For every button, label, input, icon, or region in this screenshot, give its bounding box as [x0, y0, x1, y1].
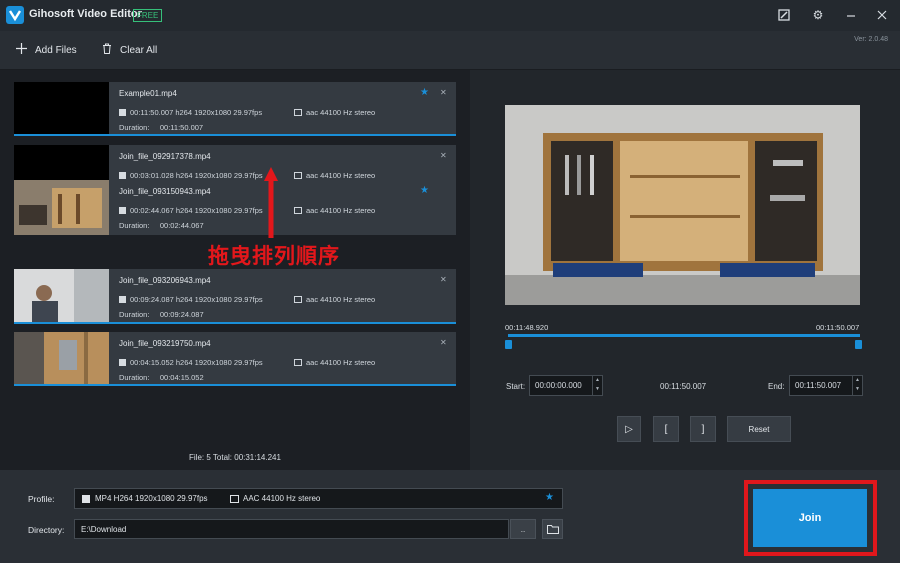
clip-audio-info: aac 44100 Hz stereo: [294, 358, 375, 367]
drag-arrow-icon: [262, 165, 280, 245]
video-icon: [119, 172, 126, 179]
clip-item[interactable]: Join_file_093206943.mp4 00:09:24.087 h26…: [14, 269, 456, 324]
audio-icon: [294, 207, 302, 214]
remove-clip-icon[interactable]: ✕: [440, 151, 447, 160]
clip-audio-info: aac 44100 Hz stereo: [294, 171, 375, 180]
free-badge: FREE: [133, 9, 163, 22]
directory-input[interactable]: E:\Download: [74, 519, 509, 539]
add-files-label: Add Files: [35, 44, 77, 56]
drag-annotation: 拖曳排列順序: [208, 244, 340, 268]
toolbar: Add Files Clear All Ver: 2.0.48: [0, 31, 900, 70]
clip-name: Join_file_093206943.mp4: [119, 276, 211, 285]
reset-button[interactable]: Reset: [727, 416, 791, 442]
minimize-icon[interactable]: [841, 6, 861, 24]
clip-duration: Duration: 00:09:24.087: [119, 310, 204, 319]
end-spinner-icon[interactable]: ▲ ▼: [852, 376, 862, 395]
video-icon: [119, 109, 126, 116]
clip-video-info: 00:11:50.007 h264 1920x1080 29.97fps: [119, 108, 262, 117]
clip-video-info: 00:02:44.067 h264 1920x1080 29.97fps: [119, 206, 263, 215]
clip-thumbnail: [14, 180, 109, 235]
start-time-input[interactable]: 00:00:00.000 ▲ ▼: [529, 375, 603, 396]
start-spinner-icon[interactable]: ▲ ▼: [592, 376, 602, 395]
video-icon: [82, 495, 90, 503]
profile-label: Profile:: [28, 494, 55, 504]
title-bar: Gihosoft Video Editor FREE ⚙: [0, 0, 900, 31]
clip-video-info: 00:03:01.028 h264 1920x1080 29.97fps: [119, 171, 263, 180]
remove-clip-icon[interactable]: ✕: [440, 275, 447, 284]
folder-icon[interactable]: [542, 519, 563, 539]
clip-duration: Duration: 00:04:15.052: [119, 373, 204, 382]
play-button[interactable]: ▷: [617, 416, 641, 442]
version-label: Ver: 2.0.48: [854, 36, 888, 43]
clip-name: Join_file_093219750.mp4: [119, 339, 211, 348]
clip-duration: Duration: 00:02:44.067: [119, 221, 204, 230]
clip-duration: Duration: 00:11:50.007: [119, 123, 204, 132]
trash-icon: [102, 43, 112, 57]
profile-audio: AAC 44100 Hz stereo: [243, 494, 321, 503]
clip-audio-info: aac 44100 Hz stereo: [294, 108, 375, 117]
clip-item[interactable]: Join_file_093219750.mp4 00:04:15.052 h26…: [14, 332, 456, 386]
clip-duration-display: 00:11:50.007: [660, 382, 707, 391]
timeline-start-handle[interactable]: [505, 340, 512, 349]
close-icon[interactable]: [872, 6, 892, 24]
clip-item[interactable]: Join_file_093150943.mp4 00:02:44.067 h26…: [14, 180, 456, 235]
directory-label: Directory:: [28, 525, 65, 535]
profile-video: MP4 H264 1920x1080 29.97fps: [95, 494, 208, 503]
clear-all-label: Clear All: [120, 44, 158, 56]
remove-clip-icon[interactable]: ✕: [440, 88, 447, 97]
gear-icon[interactable]: ⚙: [808, 6, 828, 24]
audio-icon: [294, 296, 302, 303]
audio-icon: [294, 359, 302, 366]
clip-thumbnail: [14, 82, 109, 134]
audio-icon: [294, 109, 302, 116]
edit-icon[interactable]: [774, 6, 794, 24]
clear-all-button[interactable]: Clear All: [102, 41, 157, 59]
video-icon: [119, 359, 126, 366]
remove-clip-icon[interactable]: ✕: [440, 338, 447, 347]
mark-out-button[interactable]: ]: [690, 416, 716, 442]
clip-video-info: 00:04:15.052 h264 1920x1080 29.97fps: [119, 358, 263, 367]
star-icon[interactable]: ★: [420, 87, 429, 98]
audio-icon: [230, 495, 239, 503]
star-icon[interactable]: ★: [420, 185, 429, 196]
clip-audio-info: aac 44100 Hz stereo: [294, 206, 375, 215]
star-icon[interactable]: ★: [545, 492, 554, 503]
clip-audio-info: aac 44100 Hz stereo: [294, 295, 375, 304]
end-time-input[interactable]: 00:11:50.007 ▲ ▼: [789, 375, 863, 396]
profile-select[interactable]: MP4 H264 1920x1080 29.97fps AAC 44100 Hz…: [74, 488, 563, 509]
video-icon: [119, 296, 126, 303]
video-preview[interactable]: [505, 105, 860, 305]
clip-video-info: 00:09:24.087 h264 1920x1080 29.97fps: [119, 295, 263, 304]
mark-in-button[interactable]: [: [653, 416, 679, 442]
clip-item[interactable]: Example01.mp4 00:11:50.007 h264 1920x108…: [14, 82, 456, 136]
clip-thumbnail: [14, 269, 109, 322]
clip-name: Join_file_092917378.mp4: [119, 152, 211, 161]
timeline-end-time: 00:11:50.007: [816, 323, 860, 332]
start-label: Start:: [506, 382, 526, 391]
file-summary: File: 5 Total: 00:31:14.241: [189, 453, 281, 462]
audio-icon: [294, 172, 302, 179]
app-logo-icon: [6, 6, 24, 24]
timeline-end-handle[interactable]: [855, 340, 862, 349]
clip-thumbnail: [14, 145, 109, 180]
clip-name: Example01.mp4: [119, 89, 177, 98]
timeline-track[interactable]: [508, 334, 860, 337]
app-title: Gihosoft Video Editor: [29, 8, 142, 20]
browse-button[interactable]: ..: [510, 519, 536, 539]
clip-name: Join_file_093150943.mp4: [119, 187, 211, 196]
timeline-current-time: 00:11:48.920: [505, 323, 549, 332]
end-label: End:: [768, 382, 785, 391]
video-icon: [119, 207, 126, 214]
clip-thumbnail: [14, 332, 109, 384]
join-button[interactable]: Join: [753, 489, 867, 547]
add-files-button[interactable]: Add Files: [16, 41, 77, 59]
plus-icon: [16, 43, 27, 57]
